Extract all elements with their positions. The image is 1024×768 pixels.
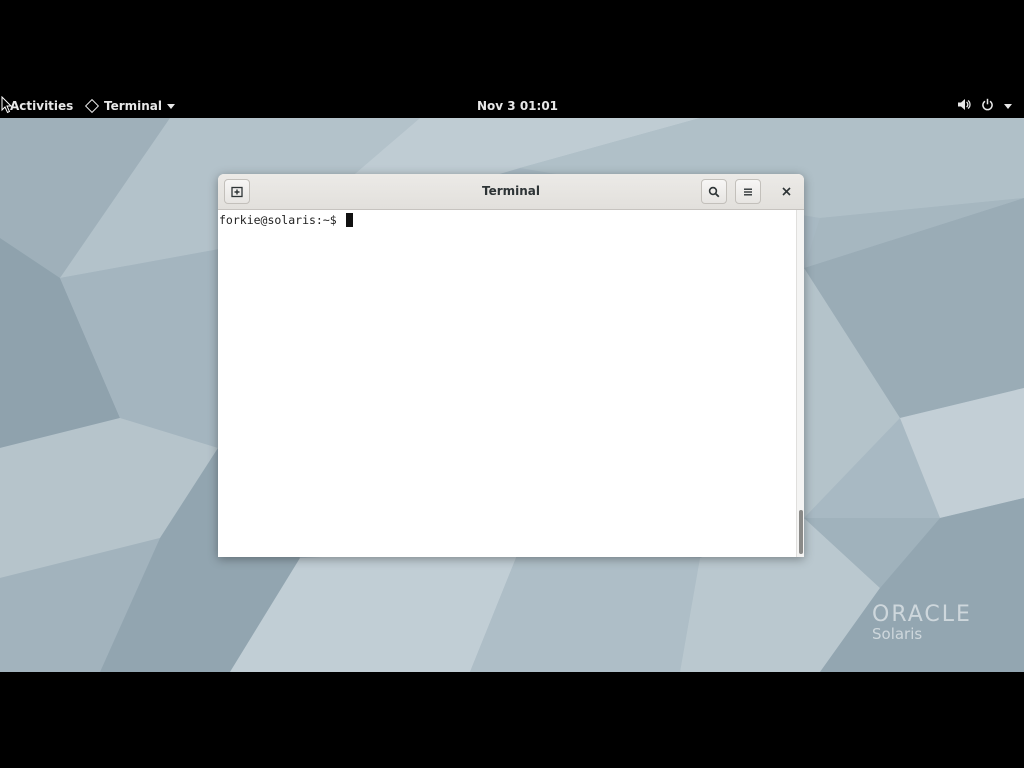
system-status-menu[interactable] [957, 98, 1012, 114]
logo-subtext: Solaris [872, 625, 923, 643]
new-tab-button[interactable] [224, 179, 250, 204]
screen: Activities Terminal Nov 3 01:01 ORACLE S… [0, 0, 1024, 768]
search-button[interactable] [701, 179, 727, 204]
mouse-pointer-icon [1, 96, 13, 114]
logo-text: ORACLE [872, 602, 972, 627]
terminal-app-icon [84, 98, 100, 114]
oracle-solaris-logo: ORACLE Solaris [872, 602, 972, 643]
top-bar: Activities Terminal Nov 3 01:01 [0, 95, 1024, 118]
new-tab-icon [231, 186, 243, 197]
chevron-down-icon [1004, 103, 1012, 109]
app-menu-label: Terminal [104, 99, 163, 113]
search-icon [708, 186, 720, 197]
hamburger-menu-icon [744, 188, 752, 195]
app-menu[interactable]: Terminal [84, 98, 176, 114]
text-cursor [345, 213, 353, 227]
power-icon [981, 98, 994, 114]
terminal-scrollbar[interactable] [796, 210, 804, 557]
activities-button[interactable]: Activities [10, 99, 73, 113]
volume-icon [957, 98, 971, 114]
terminal-output[interactable]: forkie@solaris:~$ [218, 210, 796, 557]
menu-button[interactable] [735, 179, 761, 204]
close-button[interactable] [778, 183, 794, 199]
window-headerbar[interactable]: Terminal [218, 174, 804, 210]
chevron-down-icon [167, 103, 176, 109]
scrollbar-thumb[interactable] [799, 510, 803, 554]
terminal-window[interactable]: Terminal forkie@solaris:~$ [218, 174, 804, 557]
terminal-prompt: forkie@solaris:~$ [219, 213, 344, 227]
clock[interactable]: Nov 3 01:01 [477, 99, 558, 113]
close-icon [781, 186, 791, 196]
